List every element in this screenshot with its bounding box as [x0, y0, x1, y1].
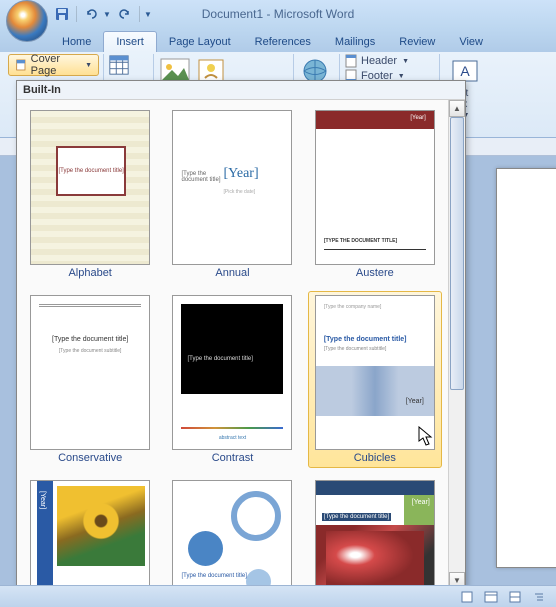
print-layout-view-button[interactable]	[456, 588, 478, 606]
header-button[interactable]: Header ▼	[344, 54, 409, 68]
tab-view[interactable]: View	[447, 32, 495, 52]
tab-mailings[interactable]: Mailings	[323, 32, 387, 52]
dropdown-arrow-icon: ▼	[85, 62, 92, 69]
gallery-item-motion[interactable]: [Year] [Type the document title]	[308, 476, 442, 589]
gallery-grid: [Type the document title] Alphabet [Type…	[17, 100, 448, 589]
redo-button[interactable]	[115, 4, 135, 24]
save-button[interactable]	[52, 4, 72, 24]
dropdown-arrow-icon: ▼	[402, 58, 409, 65]
gallery-item-annual[interactable]: [Type the document title] [Year] [Pick t…	[165, 106, 299, 283]
mouse-cursor	[418, 426, 434, 448]
header-label: Header	[361, 55, 397, 67]
table-button[interactable]	[108, 54, 130, 76]
gallery-item-mod[interactable]: [Type the document title]	[165, 476, 299, 589]
gallery-item-austere[interactable]: [Year] [TYPE THE DOCUMENT TITLE] Austere	[308, 106, 442, 283]
gallery-item-label: Alphabet	[68, 267, 111, 279]
cover-page-gallery: Built-In [Type the document title] Alpha…	[16, 80, 466, 590]
gallery-item-label: Cubicles	[354, 452, 396, 464]
svg-text:A: A	[460, 63, 470, 79]
window-title: Document1 - Microsoft Word	[202, 7, 355, 21]
gallery-item-label: Conservative	[58, 452, 122, 464]
tab-home[interactable]: Home	[50, 32, 103, 52]
document-page[interactable]	[496, 168, 556, 568]
gallery-item-contrast[interactable]: [Type the document title] abstract text …	[165, 291, 299, 468]
quick-access-toolbar: ▼ ▼	[52, 4, 154, 24]
gallery-item-label: Annual	[215, 267, 249, 279]
dropdown-arrow-icon: ▼	[398, 73, 405, 80]
scroll-thumb[interactable]	[450, 117, 464, 390]
office-button[interactable]	[6, 0, 48, 42]
ribbon-tabs: Home Insert Page Layout References Maili…	[0, 28, 556, 52]
outline-view-button[interactable]	[528, 588, 550, 606]
gallery-scrollbar[interactable]: ▲ ▼	[448, 100, 465, 589]
undo-button[interactable]	[81, 4, 101, 24]
gallery-item-label: Contrast	[212, 452, 254, 464]
full-screen-view-button[interactable]	[480, 588, 502, 606]
status-bar	[0, 585, 556, 607]
gallery-item-alphabet[interactable]: [Type the document title] Alphabet	[23, 106, 157, 283]
undo-dropdown[interactable]: ▼	[103, 10, 113, 19]
separator	[76, 6, 77, 22]
tab-insert[interactable]: Insert	[103, 31, 157, 52]
gallery-item-exposure[interactable]: [Year]	[23, 476, 157, 589]
cover-page-label: Cover Page	[31, 53, 79, 77]
tab-references[interactable]: References	[243, 32, 323, 52]
cover-page-button[interactable]: Cover Page ▼	[8, 54, 99, 76]
qat-customize-dropdown[interactable]: ▼	[144, 10, 154, 19]
web-layout-view-button[interactable]	[504, 588, 526, 606]
separator	[139, 6, 140, 22]
title-bar: ▼ ▼ Document1 - Microsoft Word	[0, 0, 556, 28]
scroll-up-button[interactable]: ▲	[449, 100, 465, 117]
tab-review[interactable]: Review	[387, 32, 447, 52]
gallery-item-conservative[interactable]: [Type the document title] [Type the docu…	[23, 291, 157, 468]
gallery-section-header: Built-In	[17, 81, 465, 100]
tab-page-layout[interactable]: Page Layout	[157, 32, 243, 52]
gallery-item-label: Austere	[356, 267, 394, 279]
scroll-track[interactable]	[449, 117, 465, 572]
